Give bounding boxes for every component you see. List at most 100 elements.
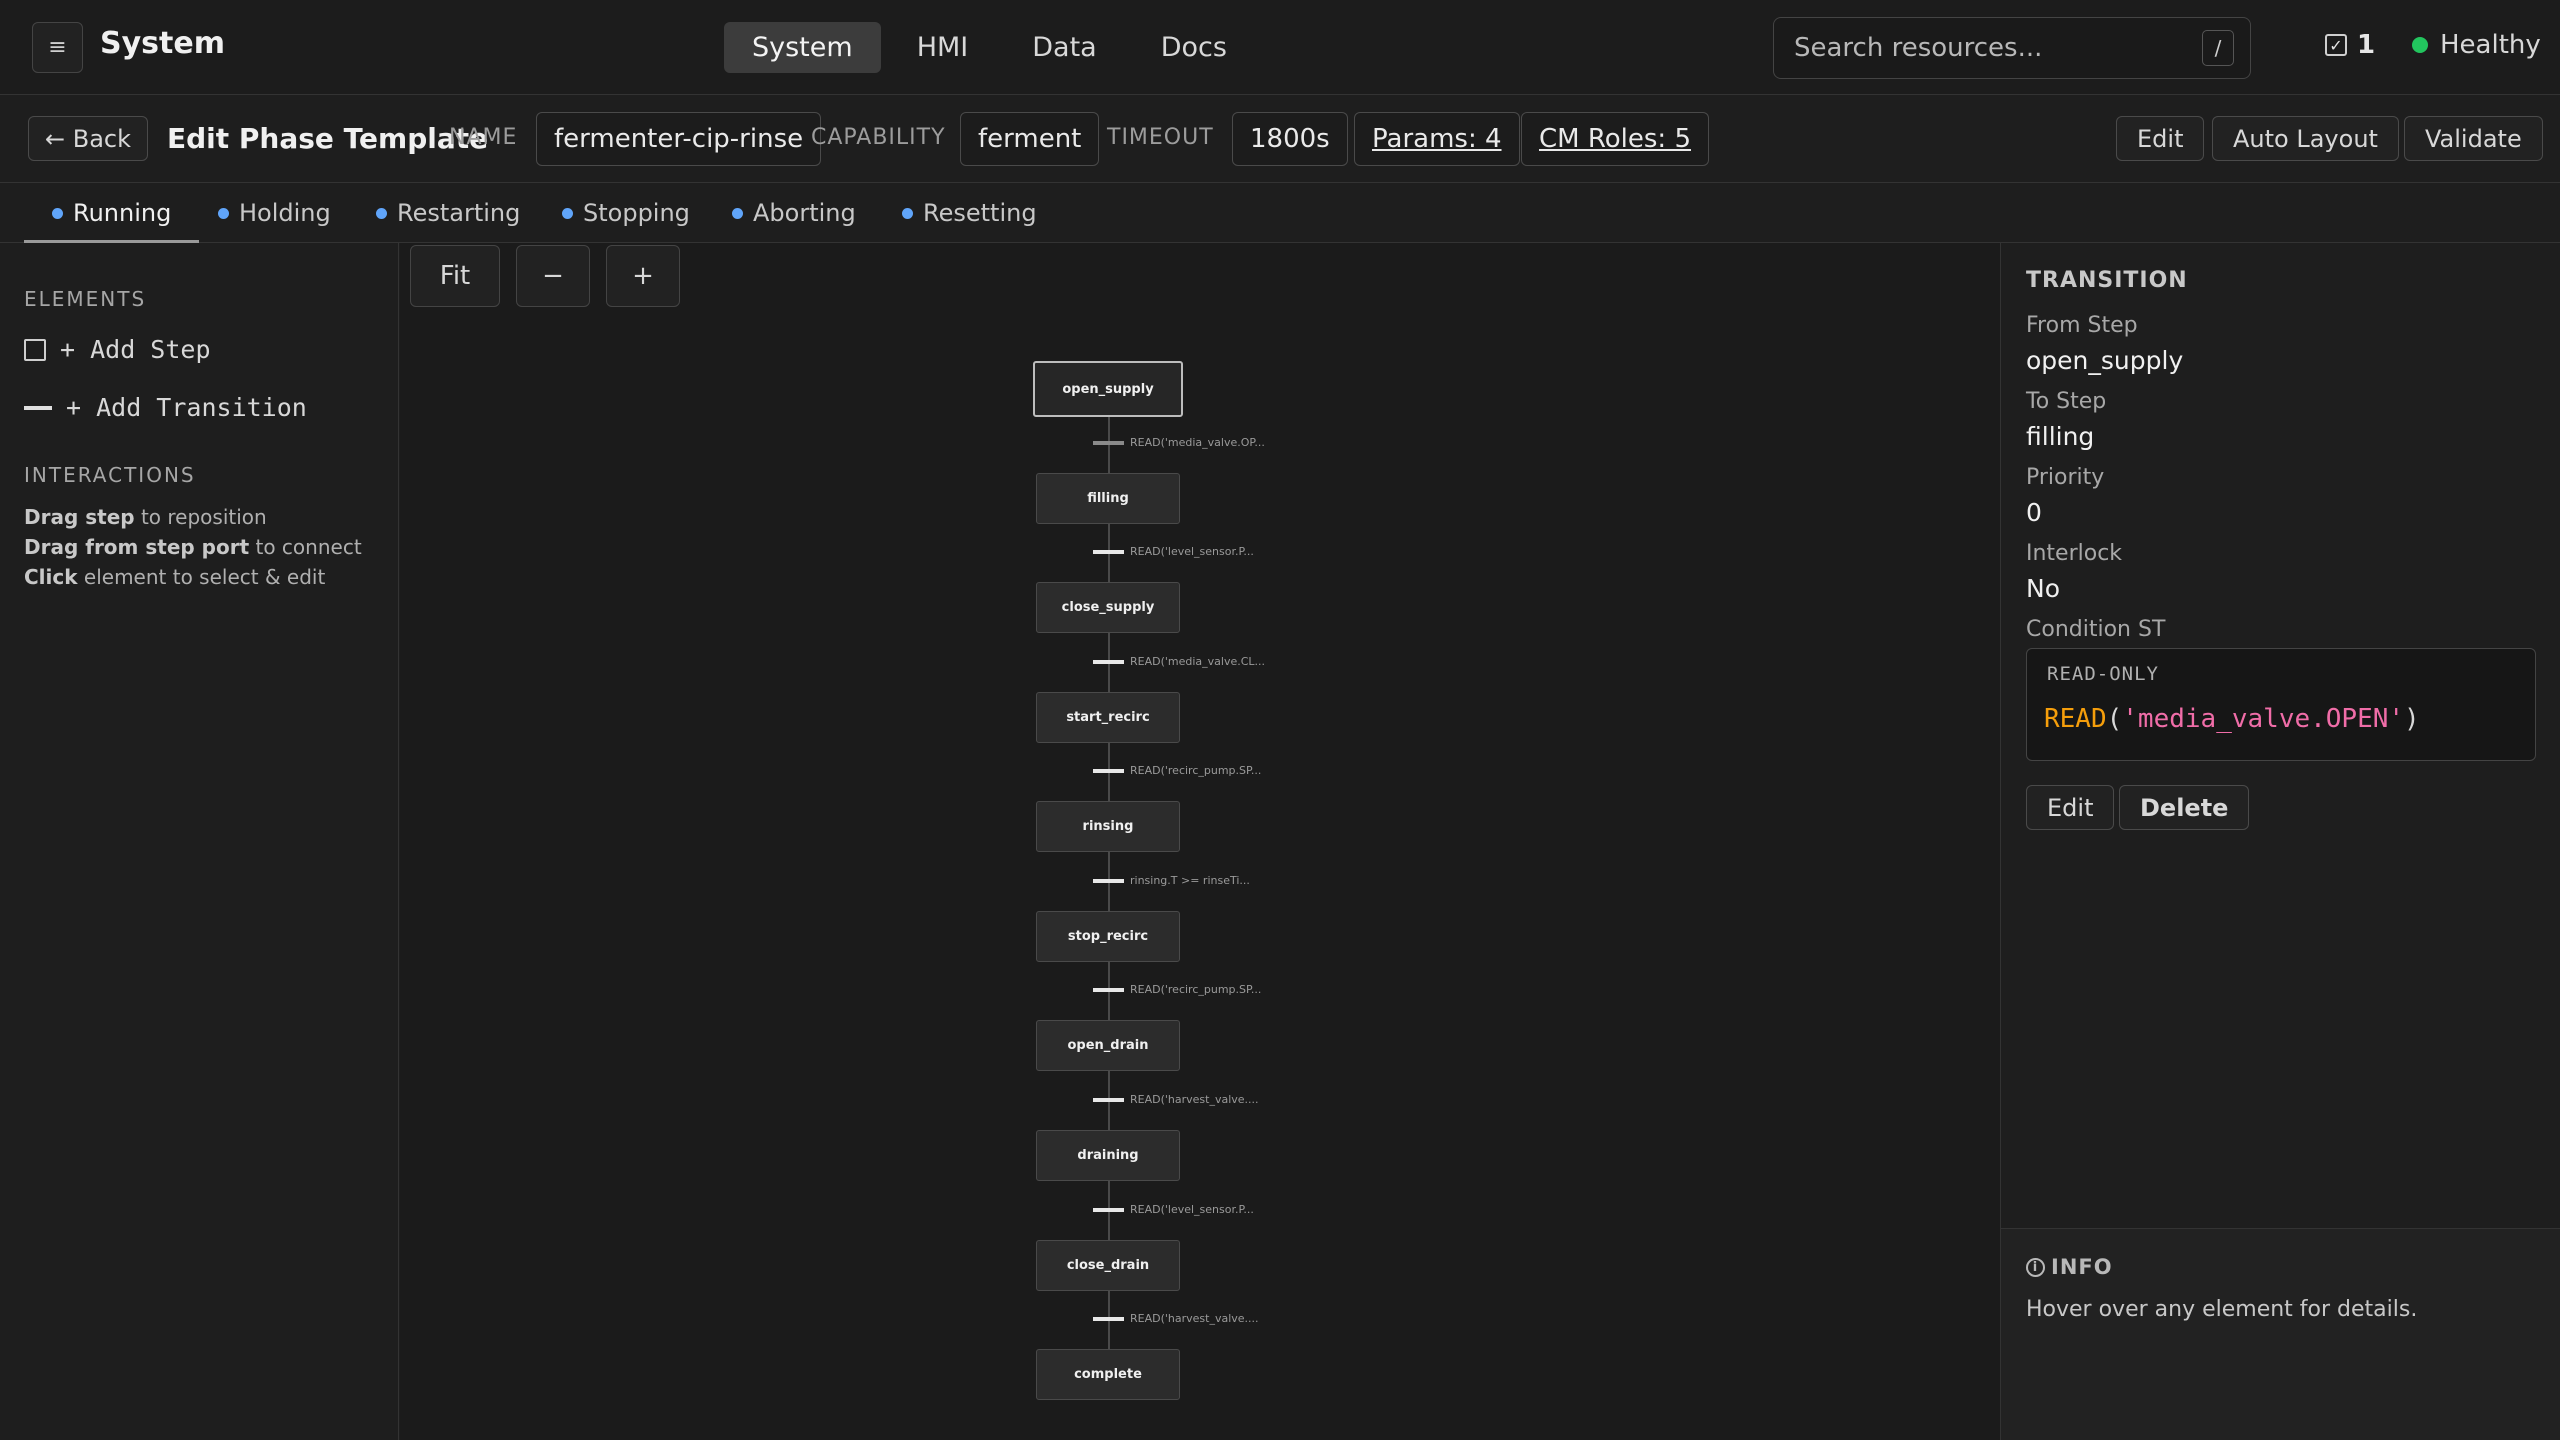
hint-click: Click element to select & edit xyxy=(24,565,325,589)
transition-label: READ('recirc_pump.SP... xyxy=(1130,983,1262,996)
tab-stopping[interactable]: Stopping xyxy=(562,183,690,243)
transition-bar[interactable] xyxy=(1093,988,1124,992)
hint-drag-step: Drag step to reposition xyxy=(24,505,267,529)
cm-roles-button[interactable]: CM Roles: 5 xyxy=(1521,112,1709,166)
transition-bar[interactable] xyxy=(1093,1208,1124,1212)
hint-rest: to connect xyxy=(249,535,362,559)
step-start-recirc[interactable]: start_recirc xyxy=(1036,692,1180,743)
health-label: Healthy xyxy=(2440,30,2541,60)
transition-label: READ('media_valve.OP... xyxy=(1130,436,1265,449)
edit-button[interactable]: Edit xyxy=(2116,116,2205,161)
step-draining[interactable]: draining xyxy=(1036,1130,1180,1181)
zoom-out-button[interactable]: − xyxy=(516,245,590,307)
hamburger-icon: ≡ xyxy=(48,35,67,60)
priority-value: 0 xyxy=(2026,498,2042,527)
checkbox-icon: ✓ xyxy=(2325,34,2347,56)
hint-rest: element to select & edit xyxy=(77,565,326,589)
menu-button[interactable]: ≡ xyxy=(32,22,83,73)
params-button[interactable]: Params: 4 xyxy=(1354,112,1520,166)
step-open-drain[interactable]: open_drain xyxy=(1036,1020,1180,1071)
elements-title: ELEMENTS xyxy=(24,287,147,311)
phase-dot-icon xyxy=(52,207,63,219)
tab-aborting[interactable]: Aborting xyxy=(732,183,856,243)
transition-label: READ('harvest_valve.... xyxy=(1130,1312,1259,1325)
back-button[interactable]: ← Back xyxy=(28,116,148,161)
sfc-canvas[interactable]: Fit − + open_supply filling close_supply… xyxy=(400,243,2000,1440)
transition-label: READ('harvest_valve.... xyxy=(1130,1093,1259,1106)
to-step-value: filling xyxy=(2026,422,2095,451)
add-step-label: + Add Step xyxy=(60,335,211,364)
transition-bar[interactable] xyxy=(1093,769,1124,773)
interlock-label: Interlock xyxy=(2026,541,2123,566)
transition-bar[interactable] xyxy=(1093,550,1124,554)
priority-label: Priority xyxy=(2026,465,2105,490)
nav-tab-docs[interactable]: Docs xyxy=(1133,22,1255,73)
code-paren-close: ) xyxy=(2404,704,2420,734)
transition-edit-button[interactable]: Edit xyxy=(2026,785,2115,830)
phase-dot-icon xyxy=(376,207,387,219)
step-filling[interactable]: filling xyxy=(1036,473,1180,524)
task-count: 1 xyxy=(2357,30,2376,60)
auto-layout-button[interactable]: Auto Layout xyxy=(2212,116,2399,161)
transition-bar[interactable] xyxy=(1093,879,1124,883)
transition-label: READ('recirc_pump.SP... xyxy=(1130,764,1262,777)
flow-connector-line xyxy=(1108,415,1110,1375)
phase-dot-icon xyxy=(218,207,229,219)
from-step-value: open_supply xyxy=(2026,346,2184,375)
step-complete[interactable]: complete xyxy=(1036,1349,1180,1400)
nav-tab-data[interactable]: Data xyxy=(1004,22,1124,73)
condition-code-block: READ-ONLY READ('media_valve.OPEN') xyxy=(2026,648,2536,761)
phase-dot-icon xyxy=(902,207,913,219)
tab-resetting[interactable]: Resetting xyxy=(902,183,1037,243)
step-square-icon xyxy=(24,338,46,361)
tab-label: Aborting xyxy=(753,199,856,227)
app-title: System xyxy=(100,26,225,61)
info-title: i INFO xyxy=(2026,1255,2113,1279)
transition-bar[interactable] xyxy=(1093,1098,1124,1102)
step-open-supply[interactable]: open_supply xyxy=(1033,361,1183,417)
tab-restarting[interactable]: Restarting xyxy=(376,183,520,243)
phase-tabs: Running Holding Restarting Stopping Abor… xyxy=(0,183,2560,244)
zoom-fit-button[interactable]: Fit xyxy=(410,245,500,307)
transition-bar[interactable] xyxy=(1093,660,1124,664)
step-close-supply[interactable]: close_supply xyxy=(1036,582,1180,633)
tab-running[interactable]: Running xyxy=(23,183,200,244)
info-text: Hover over any element for details. xyxy=(2026,1297,2418,1322)
tab-label: Stopping xyxy=(583,199,690,227)
transition-bar[interactable] xyxy=(1093,1317,1124,1321)
transition-label: READ('level_sensor.P... xyxy=(1130,545,1254,558)
phase-dot-icon xyxy=(562,207,573,219)
timeout-field[interactable]: 1800s xyxy=(1232,112,1348,166)
panel-title: TRANSITION xyxy=(2026,268,2188,293)
search-input[interactable]: Search resources... / xyxy=(1773,17,2251,79)
tab-holding[interactable]: Holding xyxy=(218,183,331,243)
top-bar: ≡ System System HMI Data Docs Search res… xyxy=(0,0,2560,95)
transition-delete-button[interactable]: Delete xyxy=(2119,785,2250,830)
add-transition-button[interactable]: + Add Transition xyxy=(24,393,307,422)
tasks-indicator[interactable]: ✓ 1 xyxy=(2325,30,2375,60)
hint-bold: Drag step xyxy=(24,505,135,529)
zoom-in-button[interactable]: + xyxy=(606,245,680,307)
code-paren-open: ( xyxy=(2106,704,2123,734)
validate-button[interactable]: Validate xyxy=(2404,116,2543,161)
hint-drag-port: Drag from step port to connect xyxy=(24,535,362,559)
hint-bold: Click xyxy=(24,565,78,589)
main-nav: System HMI Data Docs xyxy=(724,22,1255,73)
step-rinsing[interactable]: rinsing xyxy=(1036,801,1180,852)
health-status[interactable]: Healthy xyxy=(2412,30,2541,60)
nav-tab-system[interactable]: System xyxy=(724,22,881,73)
tab-label: Holding xyxy=(239,199,331,227)
add-step-button[interactable]: + Add Step xyxy=(24,335,211,364)
name-field[interactable]: fermenter-cip-rinse xyxy=(536,112,822,166)
capability-field[interactable]: ferment xyxy=(960,112,1100,166)
add-transition-label: + Add Transition xyxy=(66,393,307,422)
step-close-drain[interactable]: close_drain xyxy=(1036,1240,1180,1291)
nav-tab-hmi[interactable]: HMI xyxy=(889,22,997,73)
transition-label: READ('media_valve.CL... xyxy=(1130,655,1266,668)
to-step-label: To Step xyxy=(2026,389,2107,414)
step-stop-recirc[interactable]: stop_recirc xyxy=(1036,911,1180,962)
hint-rest: to reposition xyxy=(134,505,267,529)
tab-label: Restarting xyxy=(397,199,521,227)
interactions-title: INTERACTIONS xyxy=(24,463,196,487)
transition-bar[interactable] xyxy=(1093,441,1124,445)
